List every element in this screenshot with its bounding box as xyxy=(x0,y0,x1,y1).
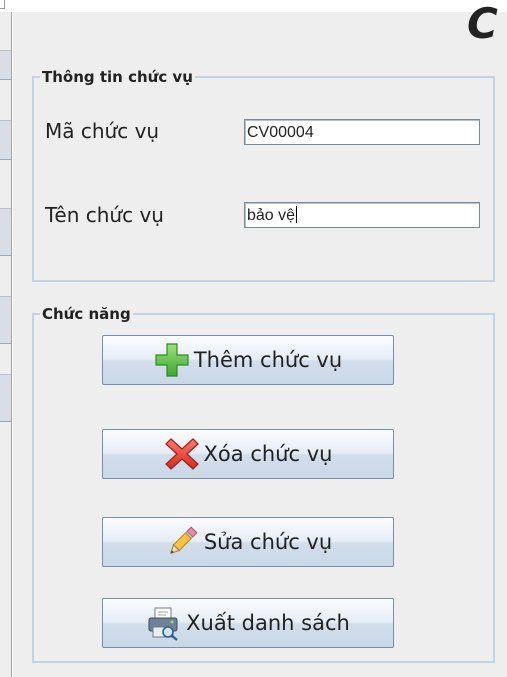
left-tab-4[interactable] xyxy=(0,296,11,344)
main-panel: C Thông tin chức vụ Mã chức vụ CV00004 T… xyxy=(13,2,507,677)
actions-group: Chức năng Thêm chức vụ Xóa chức vụ Sửa c… xyxy=(32,304,495,663)
delete-position-label: Xóa chức vụ xyxy=(203,442,333,466)
left-tab-3[interactable] xyxy=(0,208,11,256)
add-position-label: Thêm chức vụ xyxy=(193,348,343,372)
edit-position-label: Sửa chức vụ xyxy=(203,530,333,554)
text-caret xyxy=(296,206,298,223)
info-group-legend: Thông tin chức vụ xyxy=(40,67,195,87)
code-input-value: CV00004 xyxy=(247,124,314,141)
window-corner-mark xyxy=(0,0,5,9)
plus-icon xyxy=(154,342,190,378)
info-group: Thông tin chức vụ Mã chức vụ CV00004 Tên… xyxy=(32,67,495,282)
left-tab-2[interactable] xyxy=(0,120,11,160)
code-input[interactable]: CV00004 xyxy=(244,119,480,145)
actions-group-legend: Chức năng xyxy=(40,304,133,324)
pencil-icon xyxy=(164,524,200,560)
export-list-label: Xuất danh sách xyxy=(186,611,350,635)
name-input-value: bảo vệ xyxy=(247,207,296,224)
left-navigation-strip xyxy=(0,12,12,677)
printer-icon xyxy=(146,605,182,641)
name-input[interactable]: bảo vệ xyxy=(244,202,480,228)
code-label: Mã chức vụ xyxy=(45,119,160,143)
delete-x-icon xyxy=(164,436,200,472)
delete-position-button[interactable]: Xóa chức vụ xyxy=(102,429,394,479)
name-label: Tên chức vụ xyxy=(45,203,164,227)
edit-position-button[interactable]: Sửa chức vụ xyxy=(102,517,394,567)
add-position-button[interactable]: Thêm chức vụ xyxy=(102,335,394,385)
left-tab-1[interactable] xyxy=(0,50,11,80)
page-title: C xyxy=(467,2,498,46)
export-list-button[interactable]: Xuất danh sách xyxy=(102,598,394,648)
app-window: C Thông tin chức vụ Mã chức vụ CV00004 T… xyxy=(0,0,507,677)
left-tab-5[interactable] xyxy=(0,374,11,422)
